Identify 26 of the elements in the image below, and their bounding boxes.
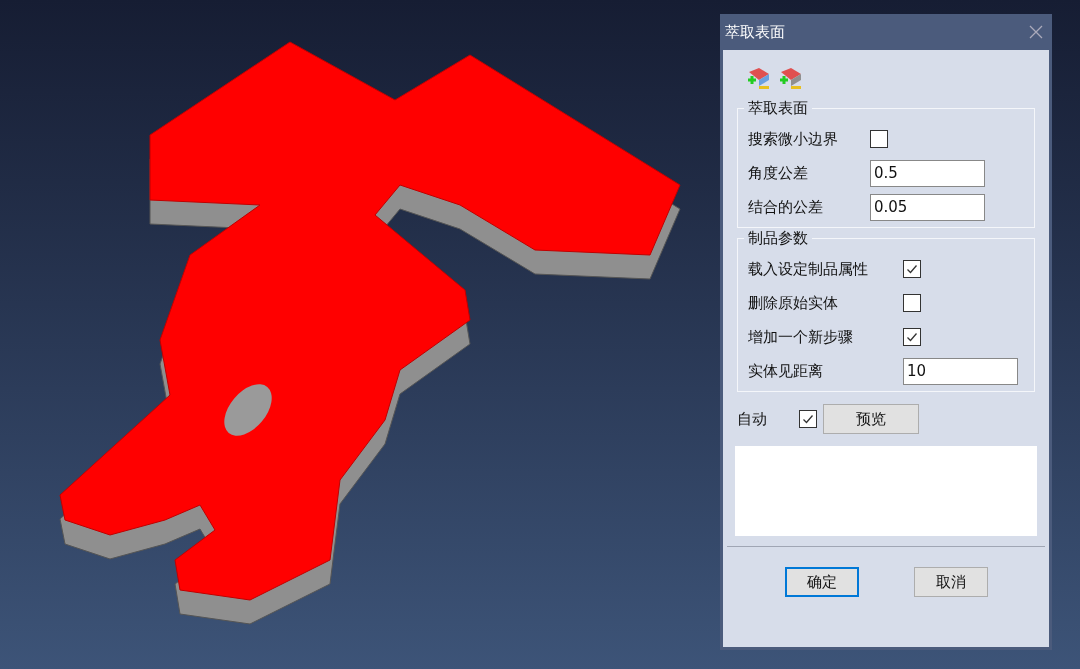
- checkbox[interactable]: [870, 130, 888, 148]
- option-label: 搜索微小边界: [748, 128, 839, 150]
- auto-label: 自动: [737, 408, 768, 430]
- option-label: 载入设定制品属性: [748, 258, 869, 280]
- option-label: 删除原始实体: [748, 292, 839, 314]
- input-field[interactable]: 10: [903, 357, 1018, 385]
- dialog-title: 萃取表面: [725, 21, 785, 43]
- checkbox[interactable]: [903, 294, 921, 312]
- close-icon[interactable]: [1029, 25, 1043, 39]
- field-label: 实体见距离: [748, 360, 824, 382]
- field-label: 角度公差: [748, 162, 809, 184]
- group-title: 制品参数: [744, 228, 812, 248]
- checkmark-icon: [906, 331, 918, 343]
- input-field[interactable]: 0.5: [870, 159, 985, 187]
- option-label: 增加一个新步骤: [748, 326, 854, 348]
- dialog-button[interactable]: 取消: [913, 567, 988, 597]
- input-field[interactable]: 0.05: [870, 193, 985, 221]
- checkmark-icon: [802, 413, 814, 425]
- checkmark-icon: [906, 263, 918, 275]
- field-label: 结合的公差: [748, 196, 824, 218]
- group-title: 萃取表面: [744, 98, 812, 118]
- dialog-button[interactable]: 确定: [784, 567, 859, 597]
- checkbox[interactable]: [903, 260, 921, 278]
- checkbox[interactable]: [799, 410, 817, 428]
- preview-button[interactable]: 预览: [823, 404, 919, 434]
- checkbox[interactable]: [903, 328, 921, 346]
